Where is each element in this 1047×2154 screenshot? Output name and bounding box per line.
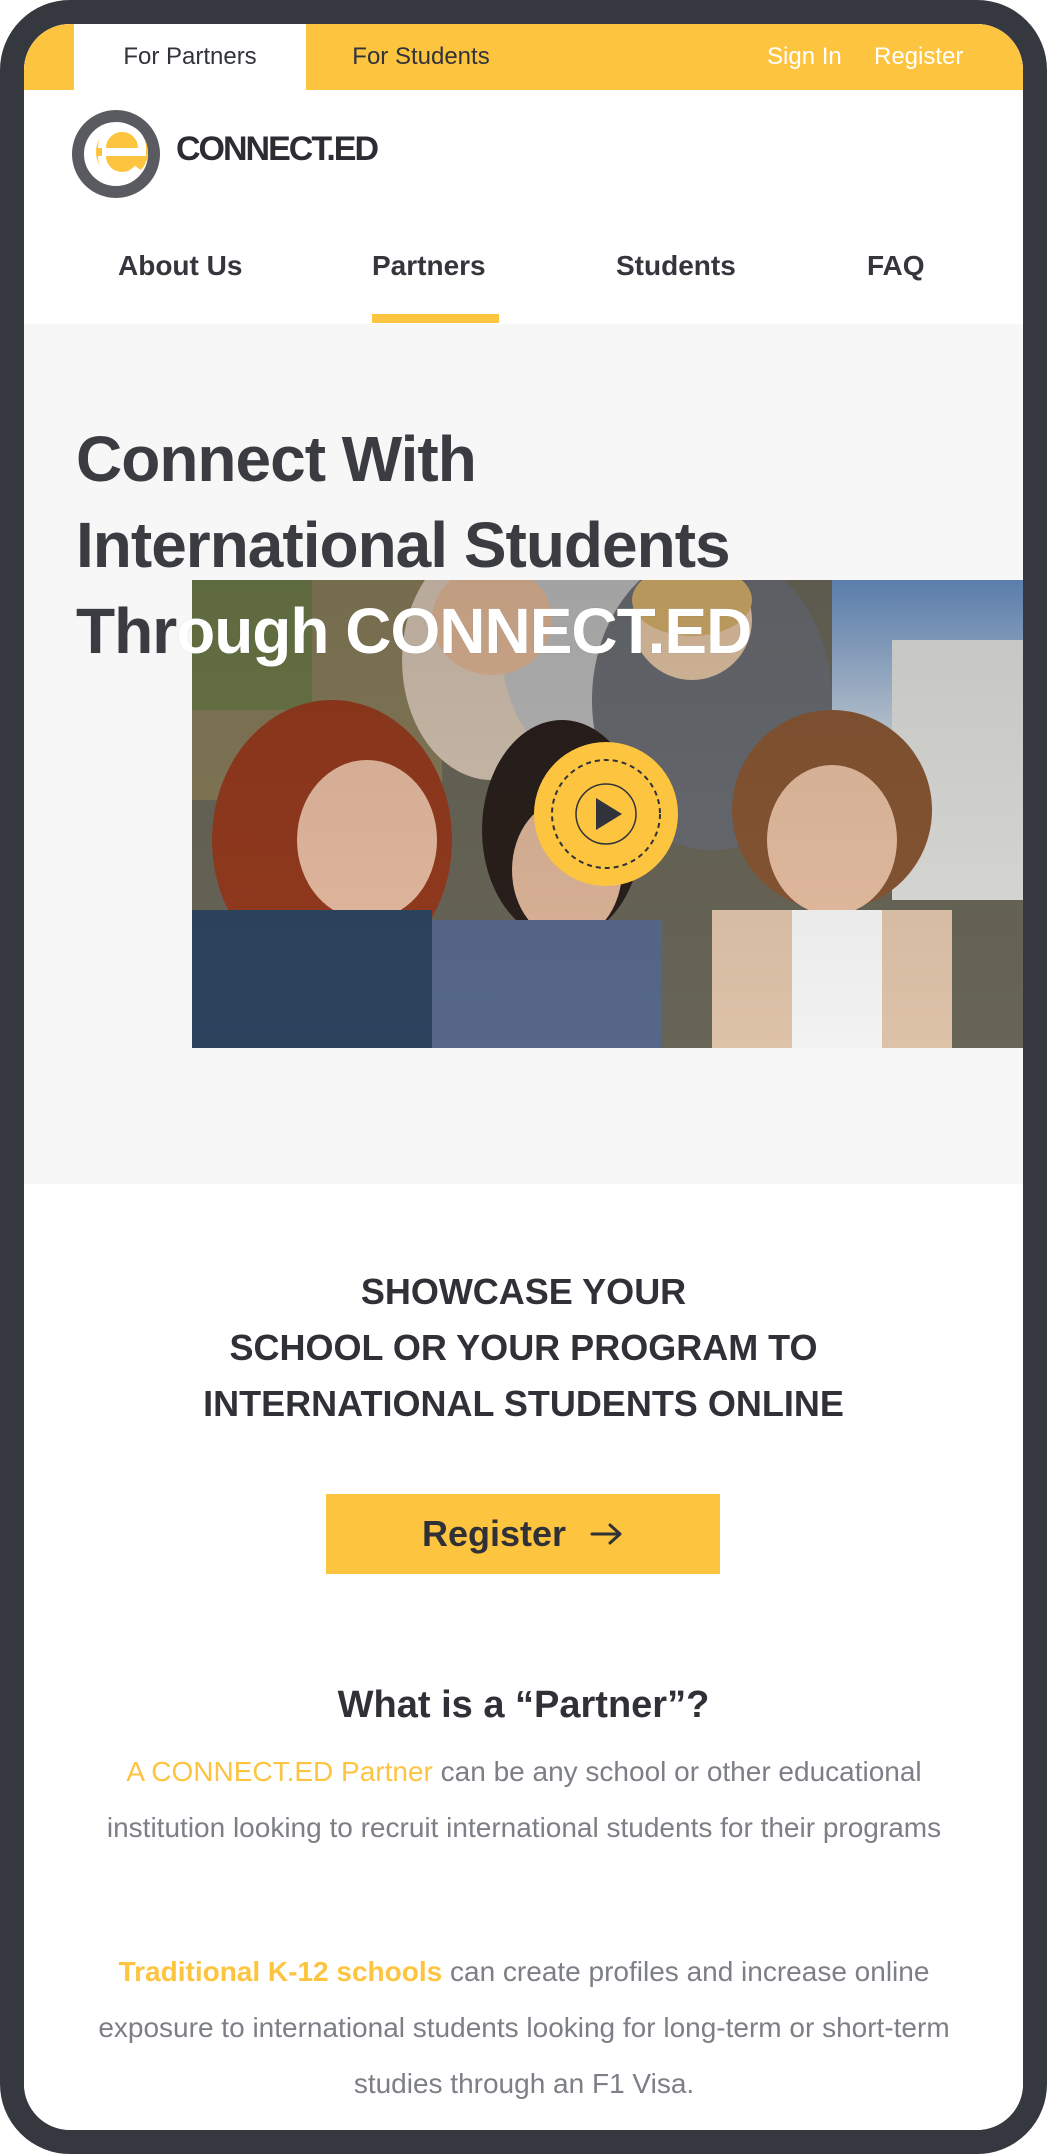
showcase-heading: SHOWCASE YOUR SCHOOL OR YOUR PROGRAM TO …	[24, 1264, 1023, 1432]
brand-name[interactable]: CONNECT.ED	[176, 130, 379, 169]
partner-highlight[interactable]: A CONNECT.ED Partner	[126, 1756, 433, 1787]
site-header: CONNECT.ED About Us Partners Students FA…	[24, 90, 1023, 323]
showcase-line1: SHOWCASE YOUR	[360, 1271, 687, 1312]
partner-heading: What is a “Partner”?	[337, 1684, 710, 1726]
phone-frame: For Partners For Students Sign In Regist…	[0, 0, 1047, 2154]
play-icon	[551, 759, 661, 869]
showcase-line3: INTERNATIONAL STUDENTS ONLINE	[203, 1383, 844, 1424]
connect-ed-logo-icon[interactable]	[72, 108, 162, 198]
sign-in-link[interactable]: Sign In	[767, 24, 842, 90]
nav-faq[interactable]: FAQ	[867, 250, 925, 282]
play-video-button[interactable]	[534, 742, 678, 886]
arrow-right-icon	[590, 1523, 622, 1545]
showcase-line2: SCHOOL OR YOUR PROGRAM TO	[229, 1327, 818, 1368]
screen: For Partners For Students Sign In Regist…	[24, 24, 1023, 2130]
hero-title-line2: International Students	[76, 509, 731, 581]
register-button-label: Register	[421, 1513, 567, 1554]
k12-highlight[interactable]: Traditional K-12 schools	[119, 1956, 443, 1987]
hero-title-line1: Connect With	[76, 423, 477, 495]
hero-section: Connect With International Students Thro…	[24, 324, 1023, 1184]
register-button[interactable]: Register	[326, 1494, 720, 1574]
partner-description: A CONNECT.ED Partner can be any school o…	[84, 1744, 964, 1856]
nav-partners[interactable]: Partners	[372, 250, 486, 282]
hero-title-line3-part1: Thr	[76, 595, 177, 667]
tab-for-students[interactable]: For Students	[306, 24, 536, 90]
hero-title: Connect With International Students Thro…	[76, 416, 976, 674]
hero-title-line3-part2: ough CONNECT.ED	[176, 595, 752, 667]
tab-for-partners[interactable]: For Partners	[74, 24, 306, 90]
nav-about-us[interactable]: About Us	[118, 250, 242, 282]
nav-active-indicator	[372, 314, 499, 323]
register-link[interactable]: Register	[874, 24, 963, 90]
hero-title-line3: Through CONNECT.ED	[76, 588, 976, 674]
k12-description: Traditional K-12 schools can create prof…	[84, 1944, 964, 2112]
audience-bar: For Partners For Students Sign In Regist…	[24, 24, 1023, 90]
nav-students[interactable]: Students	[616, 250, 736, 282]
